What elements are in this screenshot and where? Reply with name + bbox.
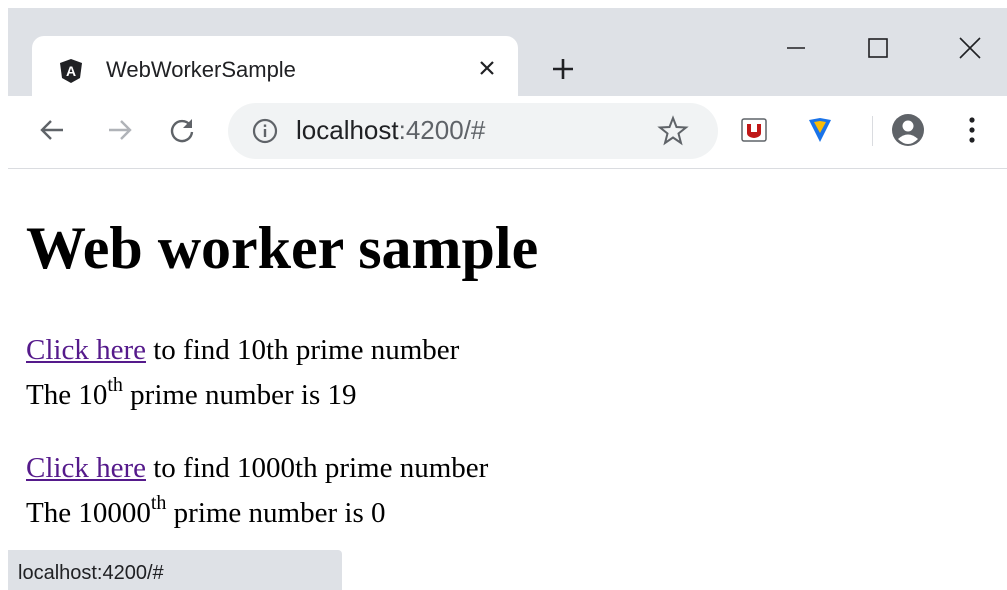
toolbar-divider: [872, 116, 873, 146]
browser-toolbar: localhost:4200/#: [8, 96, 1007, 169]
window-edge: [0, 0, 8, 590]
angular-icon: A: [60, 59, 82, 83]
url-host: localhost: [296, 115, 399, 145]
click-here-link-10th[interactable]: Click here: [26, 334, 146, 366]
new-tab-button[interactable]: [546, 52, 580, 86]
title-bar: A WebWorkerSample: [8, 8, 1007, 104]
result-10th-line: The 10th prime number is 19: [26, 375, 357, 411]
close-tab-icon[interactable]: [472, 53, 502, 83]
profile-avatar-icon[interactable]: [888, 110, 928, 150]
mcafee-extension-icon[interactable]: [734, 110, 774, 150]
page-heading: Web worker sample: [26, 215, 539, 281]
status-url: localhost:4200/#: [18, 562, 164, 584]
result-1000th-suffix: prime number is 0: [166, 497, 386, 529]
click-here-link-1000th[interactable]: Click here: [26, 452, 146, 484]
svg-text:A: A: [66, 63, 76, 79]
tab-title: WebWorkerSample: [106, 57, 296, 82]
info-icon[interactable]: [250, 116, 280, 146]
menu-dots-icon[interactable]: [952, 110, 992, 150]
shield-extension-icon[interactable]: [800, 110, 840, 150]
result-10th-sup: th: [107, 374, 123, 396]
find-10th-text: to find 10th prime number: [145, 334, 460, 366]
bookmark-star-icon[interactable]: [656, 114, 690, 148]
browser-tab[interactable]: A WebWorkerSample: [32, 36, 518, 104]
find-1000th-line: Click here to find 1000th prime number: [26, 454, 488, 483]
find-10th-line: Click here to find 10th prime number: [26, 336, 459, 365]
result-10th-prefix: The 10: [26, 379, 108, 411]
result-10th-suffix: prime number is 19: [122, 379, 357, 411]
address-bar[interactable]: localhost:4200/#: [228, 103, 718, 159]
result-1000th-sup: th: [150, 492, 167, 514]
close-window-button[interactable]: [950, 30, 990, 66]
result-1000th-prefix: The 10000: [26, 497, 151, 529]
maximize-button[interactable]: [858, 30, 898, 66]
find-1000th-text: to find 1000th prime number: [145, 452, 489, 484]
status-bar: localhost:4200/#: [8, 550, 342, 590]
page-content: Web worker sample Click here to find 10t…: [26, 170, 1007, 590]
forward-arrow-icon[interactable]: [100, 110, 140, 150]
url-text[interactable]: localhost:4200/#: [296, 115, 485, 146]
minimize-button[interactable]: [776, 30, 816, 66]
result-1000th-line: The 10000th prime number is 0: [26, 493, 386, 529]
back-arrow-icon[interactable]: [32, 110, 72, 150]
reload-icon[interactable]: [162, 110, 202, 150]
url-path: :4200/#: [398, 115, 486, 145]
